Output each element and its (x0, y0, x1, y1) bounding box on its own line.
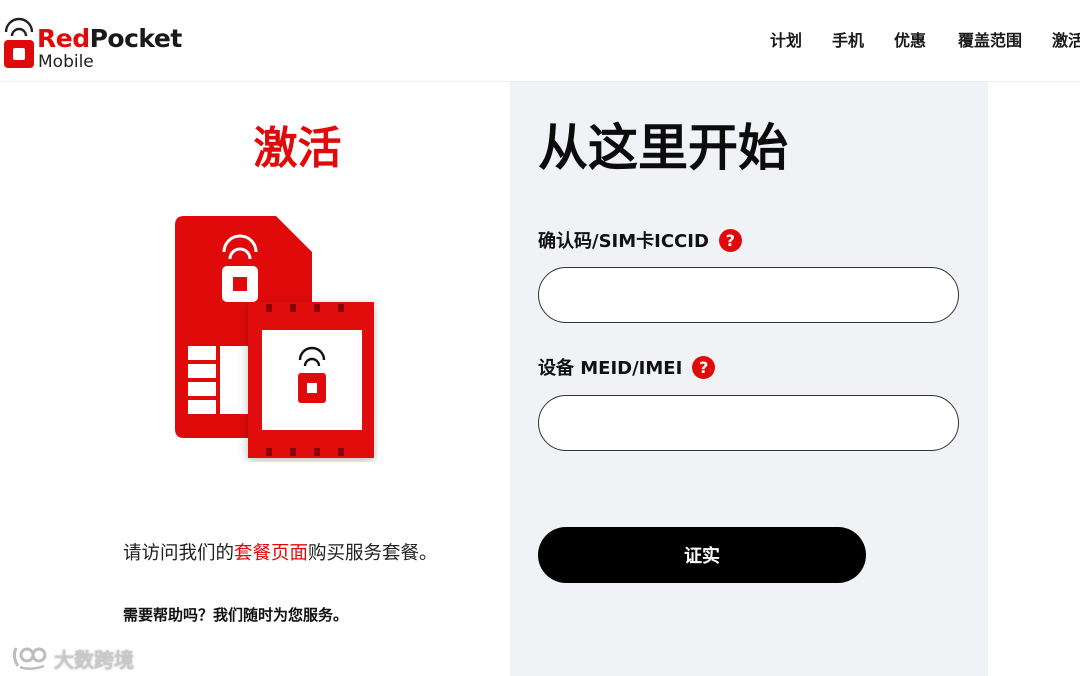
sim-card-icon (175, 216, 374, 458)
logo-name-dark: Pocket (89, 24, 183, 53)
activation-form: 从这里开始 确认码/SIM卡ICCID ? 设备 MEID/IMEI ? 证实 (510, 82, 988, 676)
nav-item-plans[interactable]: 计划 (770, 27, 802, 51)
activation-intro: 激活 请访问我们的套餐页面购买服务套餐。 需要帮助吗？我们随时为您服务。 大数跨… (0, 82, 510, 676)
logo-subtitle: Mobile (38, 52, 94, 72)
nav-item-phones[interactable]: 手机 (832, 27, 864, 51)
site-header: RedPocket Mobile 计划 手机 优惠 覆盖范围 激活 (0, 0, 1080, 82)
visit-suffix: 购买服务套餐。 (308, 543, 438, 564)
imei-input[interactable] (538, 395, 959, 451)
plans-page-link[interactable]: 套餐页面 (234, 543, 308, 564)
nav-item-deals[interactable]: 优惠 (894, 27, 926, 51)
question-icon[interactable]: ? (718, 228, 742, 252)
watermark: 大数跨境 (10, 642, 134, 672)
nav-item-activate[interactable]: 激活 (1052, 27, 1080, 51)
iccid-label-text: 确认码/SIM卡ICCID (538, 231, 709, 252)
logo-name-red: Red (37, 24, 90, 53)
form-heading: 从这里开始 (538, 119, 788, 177)
activate-heading: 激活 (253, 123, 342, 174)
redpocket-logo[interactable]: RedPocket Mobile (2, 12, 192, 72)
nav-item-coverage[interactable]: 覆盖范围 (958, 27, 1022, 51)
watermark-logo-icon (12, 647, 47, 670)
visit-plans-text: 请访问我们的套餐页面购买服务套餐。 (123, 539, 438, 565)
iccid-input[interactable] (538, 267, 959, 323)
iccid-label: 确认码/SIM卡ICCID ? (538, 227, 742, 253)
imei-label-text: 设备 MEID/IMEI (538, 358, 683, 379)
visit-prefix: 请访问我们的 (123, 543, 235, 564)
lock-signal-icon (4, 17, 34, 68)
verify-button[interactable]: 证实 (538, 527, 866, 583)
imei-label: 设备 MEID/IMEI ? (538, 354, 716, 380)
watermark-text: 大数跨境 (54, 648, 134, 672)
question-icon[interactable]: ? (692, 355, 716, 379)
help-text: 需要帮助吗？我们随时为您服务。 (123, 606, 349, 624)
